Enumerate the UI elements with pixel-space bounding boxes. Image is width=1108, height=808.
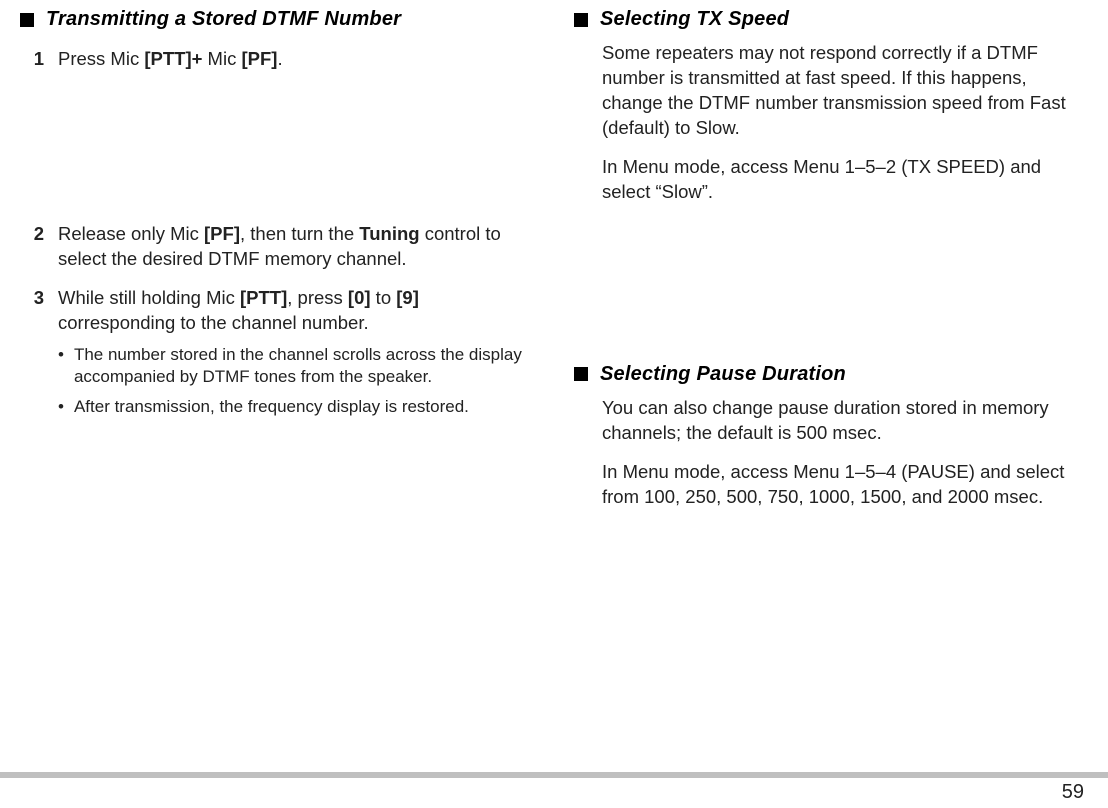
page-number: 59 <box>1062 781 1084 804</box>
square-bullet-icon <box>574 13 588 27</box>
text-frag: . <box>277 48 282 69</box>
bold-frag: [PTT] <box>240 287 287 308</box>
steps-list: 1 Press Mic [PTT]+ Mic [PF]. 2 Release o… <box>30 47 534 426</box>
heading-row: Selecting Pause Duration <box>574 363 1088 386</box>
footer-divider <box>0 772 1108 778</box>
bold-frag: [PTT]+ <box>144 48 202 69</box>
text-frag: Release only Mic <box>58 223 204 244</box>
text-frag: , then turn the <box>240 223 359 244</box>
section-transmit-dtmf: Transmitting a Stored DTMF Number 1 Pres… <box>20 8 534 426</box>
paragraph: In Menu mode, access Menu 1–5–4 (PAUSE) … <box>602 460 1088 510</box>
text-frag: While still holding Mic <box>58 287 240 308</box>
sub-bullet-list: • The number stored in the channel scrol… <box>58 344 534 418</box>
text-frag: Mic <box>202 48 241 69</box>
step-number: 3 <box>30 286 44 426</box>
bullet-dot-icon: • <box>58 396 64 418</box>
step-3: 3 While still holding Mic [PTT], press [… <box>30 286 534 426</box>
heading-pause: Selecting Pause Duration <box>600 363 846 386</box>
paragraph: You can also change pause duration store… <box>602 396 1088 446</box>
step-1: 1 Press Mic [PTT]+ Mic [PF]. <box>30 47 534 72</box>
bold-frag: [9] <box>396 287 419 308</box>
paragraph: In Menu mode, access Menu 1–5–2 (TX SPEE… <box>602 155 1088 205</box>
text-frag: Press Mic <box>58 48 144 69</box>
square-bullet-icon <box>20 13 34 27</box>
step-2: 2 Release only Mic [PF], then turn the T… <box>30 222 534 272</box>
heading-transmit: Transmitting a Stored DTMF Number <box>46 8 401 31</box>
text-frag: , press <box>287 287 348 308</box>
bold-frag: [PF] <box>204 223 240 244</box>
bullet-text: After transmission, the frequency displa… <box>74 396 469 418</box>
text-frag: corresponding to the channel number. <box>58 312 369 333</box>
bullet-item: • After transmission, the frequency disp… <box>58 396 534 418</box>
step-number: 1 <box>30 47 44 72</box>
section-tx-speed: Selecting TX Speed Some repeaters may no… <box>574 8 1088 205</box>
step-number: 2 <box>30 222 44 272</box>
heading-txspeed: Selecting TX Speed <box>600 8 789 31</box>
bullet-item: • The number stored in the channel scrol… <box>58 344 534 388</box>
spacer <box>574 233 1088 363</box>
step-text: Release only Mic [PF], then turn the Tun… <box>58 222 534 272</box>
bold-frag: Tuning <box>359 223 419 244</box>
heading-row: Transmitting a Stored DTMF Number <box>20 8 534 31</box>
square-bullet-icon <box>574 367 588 381</box>
step-text: While still holding Mic [PTT], press [0]… <box>58 286 534 426</box>
text-frag: to <box>371 287 397 308</box>
section-pause-duration: Selecting Pause Duration You can also ch… <box>574 363 1088 510</box>
bullet-dot-icon: • <box>58 344 64 388</box>
bold-frag: [0] <box>348 287 371 308</box>
paragraph: Some repeaters may not respond correctly… <box>602 41 1088 141</box>
heading-row: Selecting TX Speed <box>574 8 1088 31</box>
bullet-text: The number stored in the channel scrolls… <box>74 344 534 388</box>
step-text: Press Mic [PTT]+ Mic [PF]. <box>58 47 534 72</box>
bold-frag: [PF] <box>241 48 277 69</box>
